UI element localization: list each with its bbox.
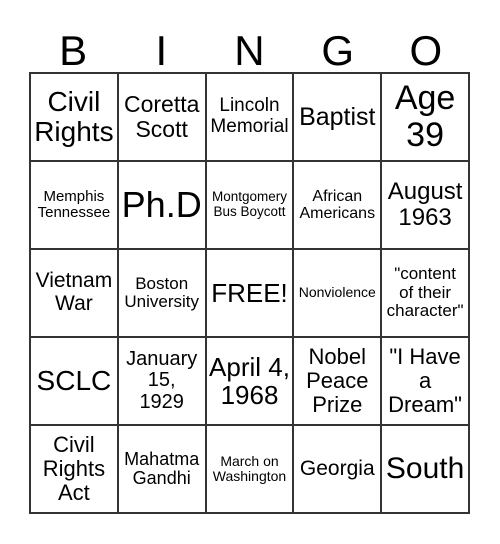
bingo-cell[interactable]: Civil Rights Act [30, 425, 118, 513]
bingo-cell[interactable]: March on Washington [205, 425, 294, 513]
header-letter-b: B [59, 27, 88, 74]
bingo-cell[interactable]: SCLC [30, 337, 118, 425]
bingo-cell[interactable]: Civil Rights [30, 73, 118, 161]
header-letter-o: O [409, 27, 443, 74]
bingo-cell[interactable]: Age 39 [381, 73, 469, 161]
bingo-cell[interactable]: Boston University [117, 249, 206, 337]
bingo-cell[interactable]: Nobel Peace Prize [293, 337, 382, 425]
bingo-cell[interactable]: August 1963 [381, 161, 469, 249]
bingo-cell[interactable]: Nonviolence [293, 249, 382, 337]
bingo-cell[interactable]: Mahatma Gandhi [117, 425, 206, 513]
bingo-cell[interactable]: Baptist [293, 73, 382, 161]
bingo-cell[interactable]: Montgomery Bus Boycott [205, 161, 294, 249]
bingo-cell[interactable]: South [381, 425, 469, 513]
bingo-cell[interactable]: African Americans [293, 161, 382, 249]
bingo-cell[interactable]: FREE! [205, 249, 294, 337]
bingo-cell[interactable]: Ph.D [117, 161, 206, 249]
bingo-cell[interactable]: Lincoln Memorial [205, 73, 294, 161]
bingo-cell[interactable]: "I Have a Dream" [381, 337, 469, 425]
bingo-cell[interactable]: January 15, 1929 [117, 337, 206, 425]
bingo-cell[interactable]: Vietnam War [30, 249, 118, 337]
header-letter-n: N [234, 27, 265, 74]
bingo-grid: Civil Rights Coretta Scott Lincoln Memoria… [29, 72, 470, 514]
bingo-cell[interactable]: Memphis Tennessee [30, 161, 118, 249]
bingo-cell[interactable]: April 4, 1968 [205, 337, 294, 425]
header-letter-i: I [155, 27, 168, 74]
bingo-cell[interactable]: Georgia [293, 425, 382, 513]
bingo-cell[interactable]: Coretta Scott [117, 73, 206, 161]
bingo-cell[interactable]: "content of their character" [381, 249, 469, 337]
header-letter-g: G [321, 27, 354, 74]
bingo-header: B I N G O [29, 28, 470, 74]
